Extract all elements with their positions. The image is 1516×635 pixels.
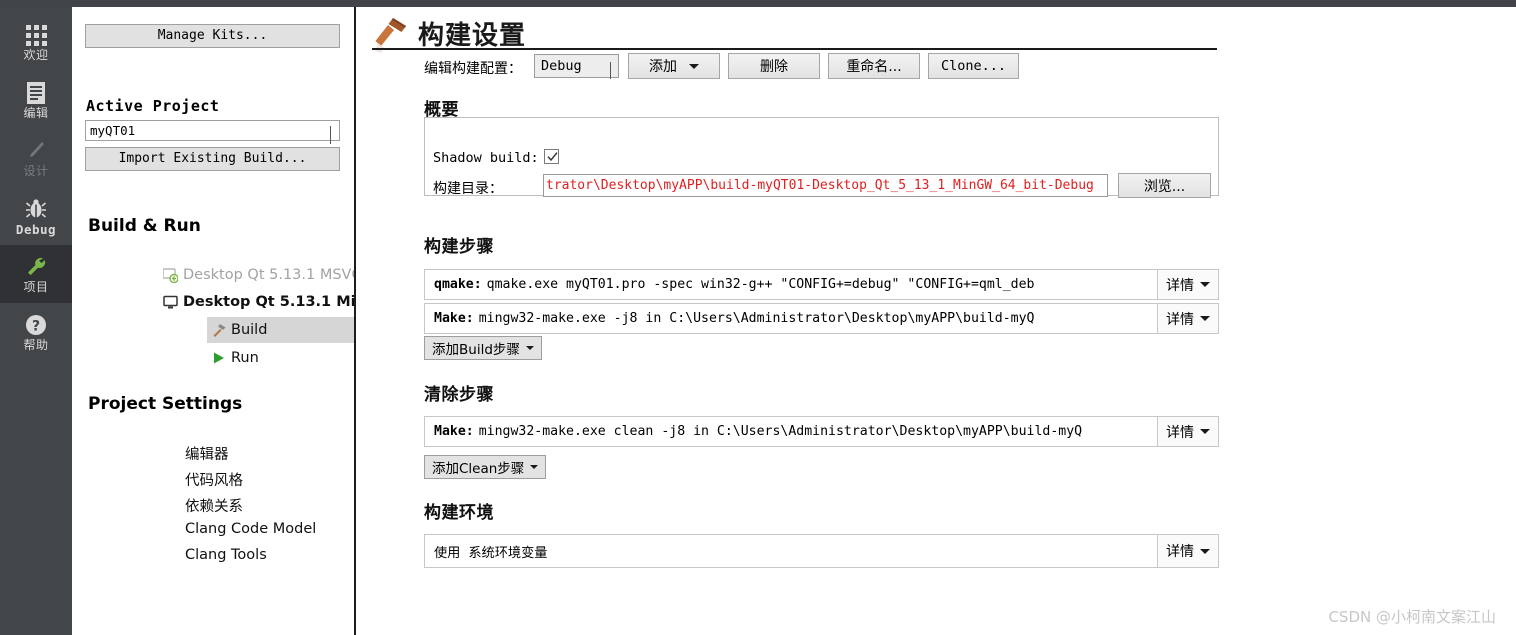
grid-icon [21,22,51,48]
triangle-down-icon [1200,429,1210,434]
build-step-qmake[interactable]: qmake: qmake.exe myQT01.pro -spec win32-… [424,269,1219,300]
build-settings-pane: 构建设置 编辑构建配置： Debug 添加 删除 重命名... Clone...… [356,7,1516,635]
mode-item-label: Debug [15,222,57,237]
settings-item-code-style[interactable]: 代码风格 [185,469,243,490]
build-step-command: qmake.exe myQT01.pro -spec win32-g++ "CO… [486,277,1035,292]
active-project-combo[interactable]: myQT01 [85,120,340,144]
pencil-icon [21,138,51,164]
add-clean-step-button[interactable]: 添加Clean步骤 [424,455,547,479]
mode-item-edit[interactable]: 编辑 [0,71,72,129]
rename-config-button[interactable]: 重命名... [828,53,920,79]
kit-child-label: Run [231,350,259,366]
settings-item-editor[interactable]: 编辑器 [185,443,229,464]
details-button[interactable]: 详情 [1157,416,1219,447]
kit-child-label: Build [231,322,268,338]
build-environment-heading: 构建环境 [424,503,494,523]
build-environment-row[interactable]: 使用 系统环境变量 详情 [424,534,1219,568]
mode-item-label: 项目 [23,280,49,294]
build-step-make[interactable]: Make: mingw32-make.exe -j8 in C:\Users\A… [424,303,1219,334]
mode-item-label: 设计 [23,164,49,178]
build-config-combo[interactable]: Debug [534,54,619,79]
build-environment-text: 使用 系统环境变量 [434,545,548,561]
details-button[interactable]: 详情 [1157,269,1219,300]
window-top-strip [0,0,1516,7]
build-steps-heading: 构建步骤 [424,237,494,257]
question-mark-icon: ? [21,312,51,338]
build-step-command: mingw32-make.exe -j8 in C:\Users\Adminis… [478,311,1035,326]
title-underline [372,48,1217,50]
details-label: 详情 [1166,311,1194,328]
chevron-down-icon [610,62,611,79]
project-settings-heading: Project Settings [88,394,243,414]
mode-item-label: 欢迎 [23,48,49,62]
settings-item-clang-tools[interactable]: Clang Tools [185,547,267,563]
clean-steps-heading: 清除步骤 [424,385,494,405]
mode-item-design[interactable]: 设计 [0,129,72,187]
build-directory-label: 构建目录： [433,181,503,197]
build-directory-input[interactable]: trator\Desktop\myAPP\build-myQT01-Deskto… [543,174,1108,197]
play-icon [207,351,231,365]
project-side-panel: Manage Kits... Active Project myQT01 Imp… [72,7,413,635]
shadow-build-checkbox[interactable] [544,149,559,164]
kit-disabled-icon [157,267,183,283]
bug-icon [21,196,51,222]
build-step-prefix: qmake: [434,277,482,292]
triangle-down-icon [1200,316,1210,321]
mode-item-debug[interactable]: Debug [0,187,72,245]
mode-item-label: 编辑 [23,106,49,120]
desktop-icon [157,295,183,310]
mode-item-label: 帮助 [23,338,49,352]
details-button[interactable]: 详情 [1157,534,1219,568]
active-project-heading: Active Project [86,97,220,115]
clean-step-command: mingw32-make.exe clean -j8 in C:\Users\A… [478,424,1083,439]
add-config-label: 添加 [649,59,677,75]
browse-button[interactable]: 浏览... [1118,173,1211,198]
shadow-build-label: Shadow build: [433,150,539,166]
settings-item-clang-code-model[interactable]: Clang Code Model [185,521,316,537]
details-label: 详情 [1166,277,1194,294]
edit-build-config-label: 编辑构建配置： [424,61,522,77]
svg-text:?: ? [32,319,40,335]
triangle-down-icon [677,63,699,69]
triangle-down-icon [525,346,534,350]
settings-item-dependencies[interactable]: 依赖关系 [185,495,243,516]
document-icon [21,80,51,106]
details-label: 详情 [1166,424,1194,441]
hammer-icon [207,322,231,338]
build-config-value: Debug [541,58,582,74]
add-build-step-label: 添加Build步骤 [432,342,520,358]
import-existing-build-button[interactable]: Import Existing Build... [85,147,340,171]
triangle-down-icon [530,465,539,469]
clean-step-text: Make: mingw32-make.exe clean -j8 in C:\U… [434,417,1136,446]
remove-config-button[interactable]: 删除 [728,53,820,79]
clean-step-make[interactable]: Make: mingw32-make.exe clean -j8 in C:\U… [424,416,1219,447]
mode-selector-bar: 欢迎 编辑 设计 Debug 项目 ? 帮助 [0,7,72,635]
build-step-text: qmake: qmake.exe myQT01.pro -spec win32-… [434,270,1136,299]
build-step-prefix: Make: [434,311,474,326]
mode-item-projects[interactable]: 项目 [0,245,72,303]
watermark: CSDN @小柯南文案江山 [1328,608,1496,626]
clean-step-prefix: Make: [434,424,474,439]
add-build-step-button[interactable]: 添加Build步骤 [424,336,542,360]
hammer-icon [372,15,410,60]
build-and-run-heading: Build & Run [88,216,201,236]
active-project-value: myQT01 [90,123,136,138]
mode-item-welcome[interactable]: 欢迎 [0,13,72,71]
details-label: 详情 [1166,544,1194,560]
chevron-down-icon [330,126,331,144]
build-step-text: Make: mingw32-make.exe -j8 in C:\Users\A… [434,304,1136,333]
checkmark-icon [547,152,558,162]
triangle-down-icon [1200,548,1210,554]
manage-kits-button[interactable]: Manage Kits... [85,24,340,48]
wrench-icon [21,254,51,280]
details-button[interactable]: 详情 [1157,303,1219,334]
mode-item-help[interactable]: ? 帮助 [0,303,72,361]
add-config-button[interactable]: 添加 [628,53,720,79]
page-title: 构建设置 [418,21,527,51]
add-clean-step-label: 添加Clean步骤 [432,461,525,477]
triangle-down-icon [1200,282,1210,287]
clone-config-button[interactable]: Clone... [928,53,1019,79]
